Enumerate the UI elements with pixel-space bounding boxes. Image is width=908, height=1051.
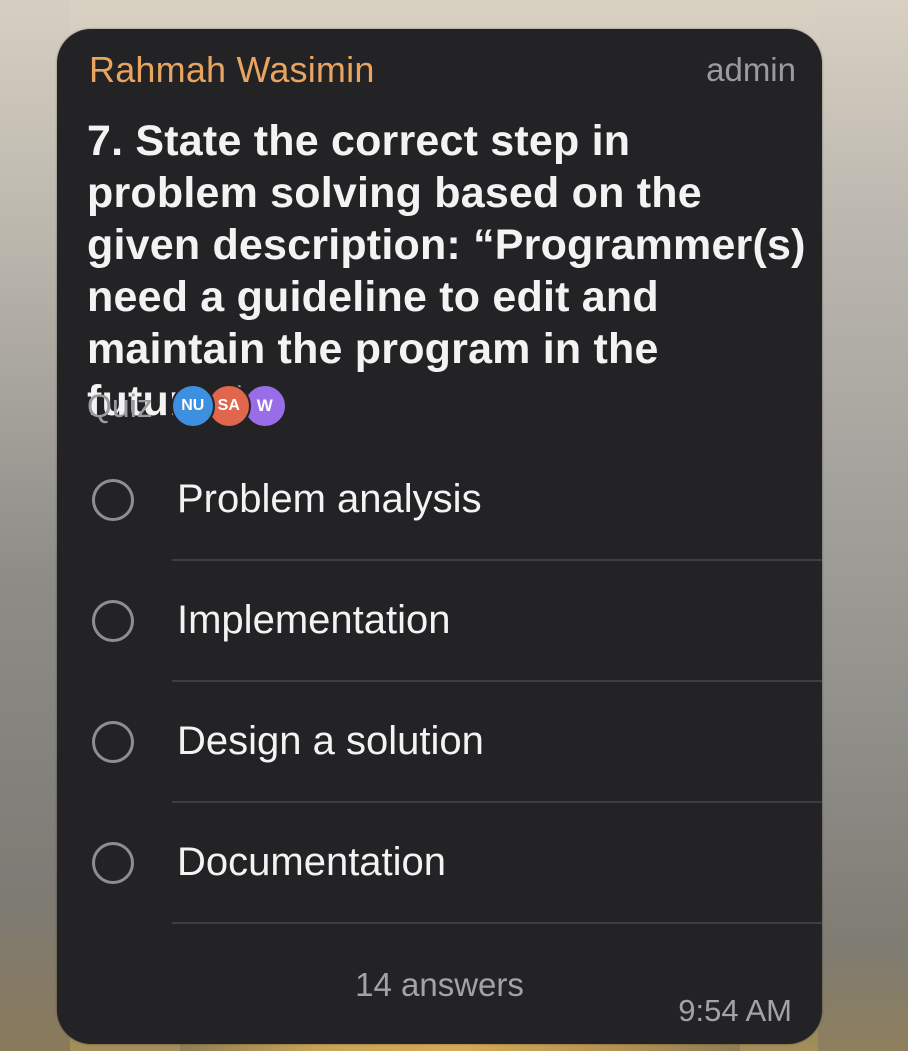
quiz-options: Problem analysis Implementation Design a… (57, 440, 822, 924)
radio-unchecked-icon[interactable] (92, 842, 134, 884)
quiz-question: 7. State the correct step in problem sol… (87, 117, 806, 425)
wallpaper-right (818, 0, 908, 1051)
option-label: Implementation (177, 598, 451, 642)
option-label: Problem analysis (177, 477, 482, 521)
radio-unchecked-icon[interactable] (92, 721, 134, 763)
radio-unchecked-icon[interactable] (92, 600, 134, 642)
message-timestamp: 9:54 AM (678, 993, 792, 1028)
radio-unchecked-icon[interactable] (92, 479, 134, 521)
avatar: NU (170, 384, 215, 428)
option-label: Documentation (177, 840, 447, 884)
voter-avatars[interactable]: NU SA W (170, 384, 291, 428)
quiz-type-label: Quiz (87, 387, 153, 424)
sender-role-badge: admin (706, 51, 796, 88)
quiz-option-implementation[interactable]: Implementation (57, 561, 822, 682)
sender-name[interactable]: Rahmah Wasimin (89, 49, 375, 91)
quiz-option-design-a-solution[interactable]: Design a solution (57, 682, 822, 803)
quiz-message-bubble: Rahmah Wasimin admin 7. State the correc… (57, 29, 822, 1044)
quiz-option-problem-analysis[interactable]: Problem analysis (57, 440, 822, 561)
quiz-option-documentation[interactable]: Documentation (57, 803, 822, 924)
divider (172, 922, 822, 924)
quiz-meta: Quiz NU SA W (87, 384, 291, 428)
option-label: Design a solution (177, 719, 484, 763)
